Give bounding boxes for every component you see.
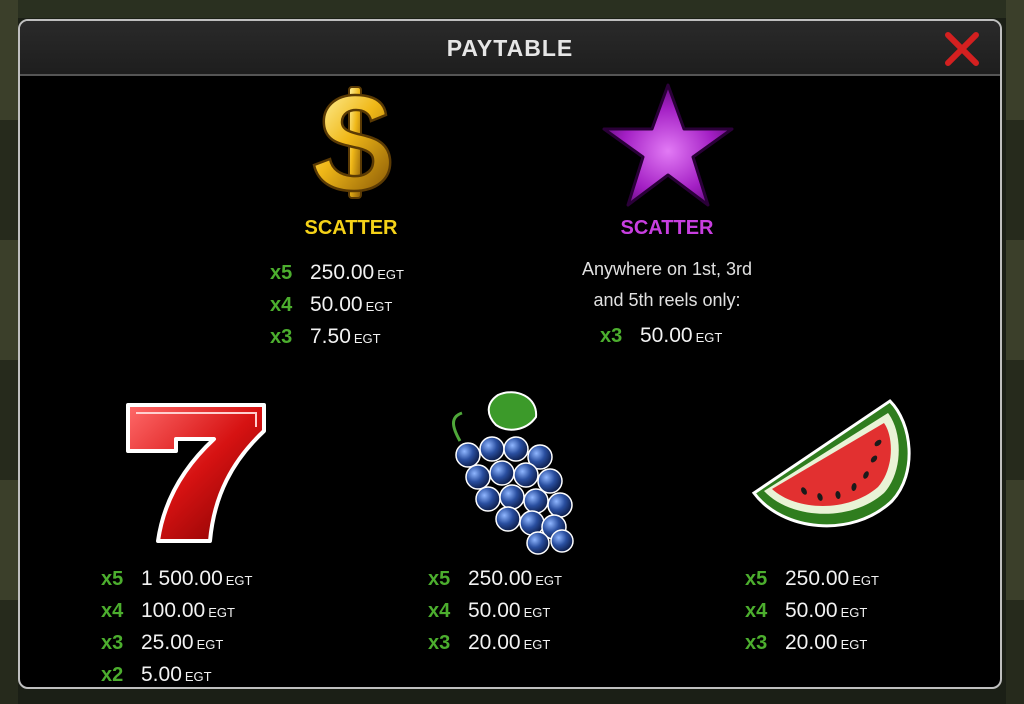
description-line: Anywhere on 1st, 3rd	[581, 259, 753, 279]
grapes-paytable: x5 250.00 EGT x4 50.00 EGT x3 20.00 EGT	[428, 563, 562, 659]
pay-row: x5 1 500.00 EGT	[101, 567, 253, 590]
pay-row: x3 7.50 EGT	[270, 325, 381, 348]
background-top	[0, 0, 1024, 18]
watermelon-paytable: x5 250.00 EGT x4 50.00 EGT x3 20.00 EGT	[745, 563, 879, 659]
pay-row: x4 50.00 EGT	[270, 293, 393, 316]
pay-row: x2 5.00 EGT	[101, 663, 212, 686]
star-scatter-label: SCATTER	[620, 217, 714, 239]
pay-row: x4 50.00 EGT	[745, 599, 868, 622]
grapes-icon	[452, 391, 574, 555]
background-right-edge	[1006, 0, 1024, 704]
close-icon	[945, 32, 979, 66]
close-button[interactable]	[944, 31, 980, 67]
star-scatter-description: Anywhere on 1st, 3rd and 5th reels only:	[517, 254, 817, 316]
description-line: and 5th reels only:	[593, 290, 741, 310]
watermelon-icon	[751, 399, 911, 528]
seven-paytable: x5 1 500.00 EGT x4 100.00 EGT x3 25.00 EGT x2 5…	[101, 563, 253, 687]
gold-dollar-icon	[312, 86, 392, 199]
dollar-scatter-label: SCATTER	[304, 217, 398, 239]
pay-row: x5 250.00 EGT	[428, 567, 562, 590]
pay-row: x4 100.00 EGT	[101, 599, 235, 622]
pay-row: x3 20.00 EGT	[745, 631, 868, 654]
pay-row: x5 250.00 EGT	[270, 261, 404, 284]
pay-row: x3 20.00 EGT	[428, 631, 551, 654]
dollar-paytable: x5 250.00 EGT x4 50.00 EGT x3 7.50 EGT	[270, 257, 404, 353]
pay-row: x3 50.00 EGT	[600, 324, 723, 347]
pay-row: x5 250.00 EGT	[745, 567, 879, 590]
paytable-title: PAYTABLE	[446, 35, 574, 61]
pay-row: x3 25.00 EGT	[101, 631, 224, 654]
paytable-window: PAYTABLE SCATTER x5 250.00 EGT x4 50.00 EGT …	[18, 19, 1002, 689]
red-seven-icon	[126, 403, 266, 543]
title-bar: PAYTABLE	[20, 21, 1000, 76]
background-left-edge	[0, 0, 18, 704]
star-paytable: x3 50.00 EGT	[600, 320, 722, 352]
pay-row: x4 50.00 EGT	[428, 599, 551, 622]
purple-star-icon	[602, 83, 734, 207]
